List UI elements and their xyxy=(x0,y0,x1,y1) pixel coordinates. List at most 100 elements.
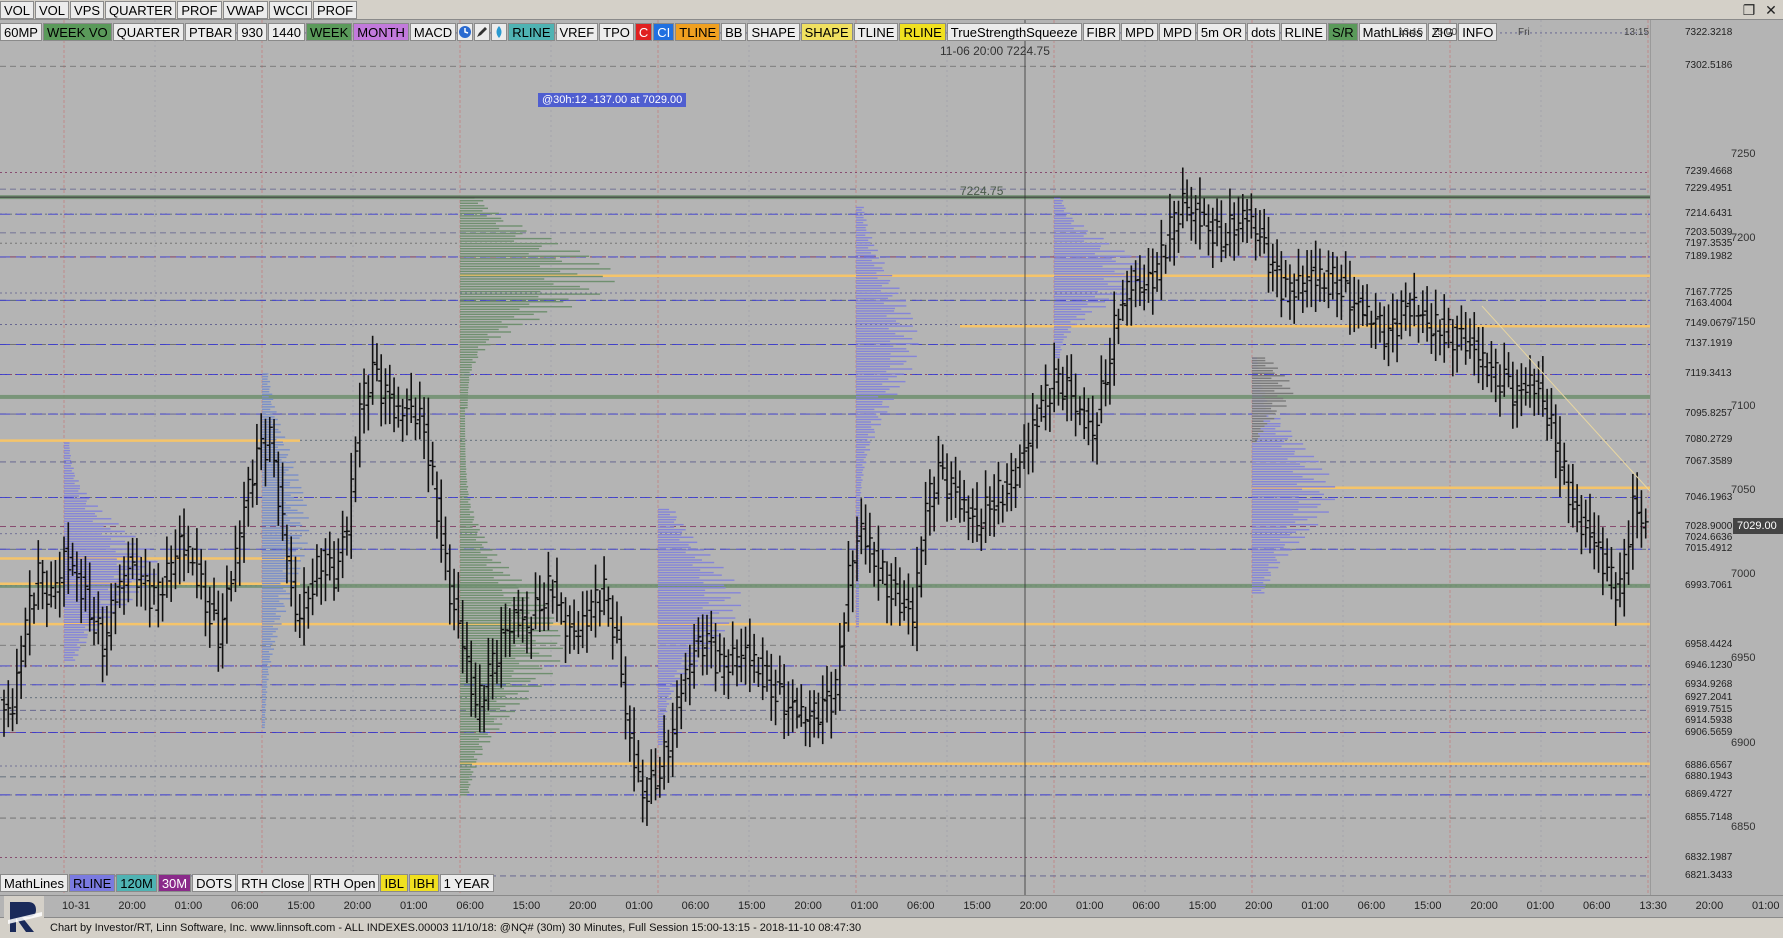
toolbar-button-vol[interactable]: VOL xyxy=(0,0,35,19)
price-axis[interactable]: 7250 7200 7150 7100 7050 7000 6950 6900 6850 7322… xyxy=(1650,20,1783,895)
profile-bar xyxy=(460,280,615,283)
profile-bar xyxy=(64,535,136,538)
indicator-button-week-vo[interactable]: WEEK VO xyxy=(42,23,112,41)
indicator-button-rline[interactable]: RLINE xyxy=(508,23,555,41)
toolbar-button-vps[interactable]: VPS xyxy=(70,0,105,19)
indicator-button-rline[interactable]: RLINE xyxy=(1280,23,1327,41)
toolbar-button-prof[interactable]: PROF xyxy=(312,0,358,19)
study-button-rline[interactable]: RLINE xyxy=(68,874,116,892)
restore-icon[interactable]: ❐ xyxy=(1741,2,1757,18)
study-button-1-year[interactable]: 1 YEAR xyxy=(439,874,494,892)
indicator-button-shape[interactable]: SHAPE xyxy=(747,23,800,41)
profile-bar xyxy=(460,791,470,793)
profile-bar xyxy=(1252,483,1297,485)
profile-bar xyxy=(856,431,875,433)
profile-bar xyxy=(1252,561,1281,564)
indicator-button-fibr[interactable]: FIBR xyxy=(1082,23,1121,41)
level-price-label: 7229.4951 xyxy=(1685,183,1733,195)
measure-annotation[interactable]: @30h:12 -137.00 at 7029.00 xyxy=(538,93,687,107)
toolbar-button-wcci[interactable]: WCCI xyxy=(269,0,312,19)
profile-bar xyxy=(460,612,530,614)
toolbar-button-vwap[interactable]: VWAP xyxy=(222,0,269,19)
indicator-button-mpd[interactable]: MPD xyxy=(1121,23,1159,41)
study-button-rth-close[interactable]: RTH Close xyxy=(237,874,309,892)
profile-bar xyxy=(262,494,291,496)
profile-bar xyxy=(856,476,862,479)
indicator-button-vref[interactable]: VREF xyxy=(555,23,599,41)
profile-bar xyxy=(658,534,682,536)
indicator-button-tline[interactable]: TLINE xyxy=(675,23,721,41)
close-icon[interactable]: ✕ xyxy=(1763,2,1779,18)
indicator-button-shape[interactable]: SHAPE xyxy=(800,23,853,41)
profile-bar xyxy=(856,315,887,317)
drop-icon[interactable] xyxy=(491,23,508,41)
toolbar-button-prof[interactable]: PROF xyxy=(177,0,222,19)
indicator-button-930[interactable]: 930 xyxy=(237,23,268,41)
profile-bar xyxy=(658,632,694,634)
indicator-button-ci[interactable]: CI xyxy=(653,23,675,41)
profile-bar xyxy=(658,511,676,513)
indicator-button-tline[interactable]: TLINE xyxy=(853,23,899,41)
profile-bar xyxy=(1252,392,1294,395)
profile-bar xyxy=(856,615,860,618)
indicator-button-5m-or[interactable]: 5m OR xyxy=(1196,23,1247,41)
study-button-mathlines[interactable]: MathLines xyxy=(0,874,68,892)
profile-bar xyxy=(262,570,283,572)
time-axis[interactable]: 10-31 20:00 01:00 06:00 15:00 20:00 01:00 06:00… xyxy=(0,895,1783,917)
profile-bar xyxy=(1252,488,1303,491)
study-button-ibl[interactable]: IBL xyxy=(380,874,408,892)
profile-bar xyxy=(856,224,868,226)
profile-bar xyxy=(658,622,730,624)
indicator-button-month[interactable]: MONTH xyxy=(353,23,409,41)
profile-bar xyxy=(460,544,483,546)
study-button-30m[interactable]: 30M xyxy=(157,874,192,892)
indicator-button-ptbar[interactable]: PTBAR xyxy=(184,23,237,41)
clock-icon[interactable] xyxy=(457,23,474,41)
indicator-button-dots[interactable]: dots xyxy=(1247,23,1280,41)
profile-bar xyxy=(856,320,896,322)
profile-bar xyxy=(856,413,877,416)
profile-bar xyxy=(64,603,127,606)
indicator-button-s-r[interactable]: S/R xyxy=(1327,23,1358,41)
profile-bar xyxy=(262,635,278,638)
indicator-button-c[interactable]: C xyxy=(634,23,653,41)
profile-bar xyxy=(658,645,689,647)
indicator-button-rline[interactable]: RLINE xyxy=(899,23,946,41)
profile-bar xyxy=(856,590,860,592)
chart-canvas[interactable] xyxy=(0,20,1651,895)
indicator-button-60mp[interactable]: 60MP xyxy=(0,23,42,41)
indicator-button-week[interactable]: WEEK xyxy=(305,23,353,41)
profile-bar xyxy=(658,703,670,705)
price-chart[interactable] xyxy=(0,20,1651,895)
profile-bar xyxy=(460,202,478,204)
profile-bar xyxy=(64,467,74,469)
profile-bar xyxy=(460,491,469,493)
profile-bar xyxy=(460,220,504,222)
study-button-dots[interactable]: DOTS xyxy=(192,874,237,892)
profile-bar xyxy=(1252,445,1282,448)
study-button-rth-open[interactable]: RTH Open xyxy=(309,874,380,892)
indicator-button-bb[interactable]: BB xyxy=(721,23,747,41)
indicator-button-tpo[interactable]: TPO xyxy=(599,23,634,41)
profile-bar xyxy=(460,670,514,672)
profile-bar xyxy=(856,206,864,209)
indicator-button-quarter[interactable]: QUARTER xyxy=(112,23,184,41)
profile-bar xyxy=(460,476,467,478)
toolbar-button-quarter[interactable]: QUARTER xyxy=(105,0,177,19)
profile-bar xyxy=(460,316,515,318)
profile-bar xyxy=(262,375,269,378)
profile-bar xyxy=(1252,375,1285,377)
study-button-ibh[interactable]: IBH xyxy=(409,874,439,892)
profile-bar xyxy=(1252,407,1272,410)
profile-bar xyxy=(262,542,308,544)
indicator-button-1440[interactable]: 1440 xyxy=(268,23,305,41)
indicator-button-info[interactable]: INFO xyxy=(1458,23,1498,41)
study-button-120m[interactable]: 120M xyxy=(116,874,157,892)
indicator-button-macd[interactable]: MACD xyxy=(409,23,457,41)
indicator-button-truestrengthsqueeze[interactable]: TrueStrengthSqueeze xyxy=(946,23,1082,41)
toolbar-button-vol[interactable]: VOL xyxy=(35,0,70,19)
profile-bar xyxy=(64,502,87,505)
pencil-icon[interactable] xyxy=(474,23,491,41)
indicator-button-mpd[interactable]: MPD xyxy=(1159,23,1196,41)
profile-bar xyxy=(64,520,93,523)
